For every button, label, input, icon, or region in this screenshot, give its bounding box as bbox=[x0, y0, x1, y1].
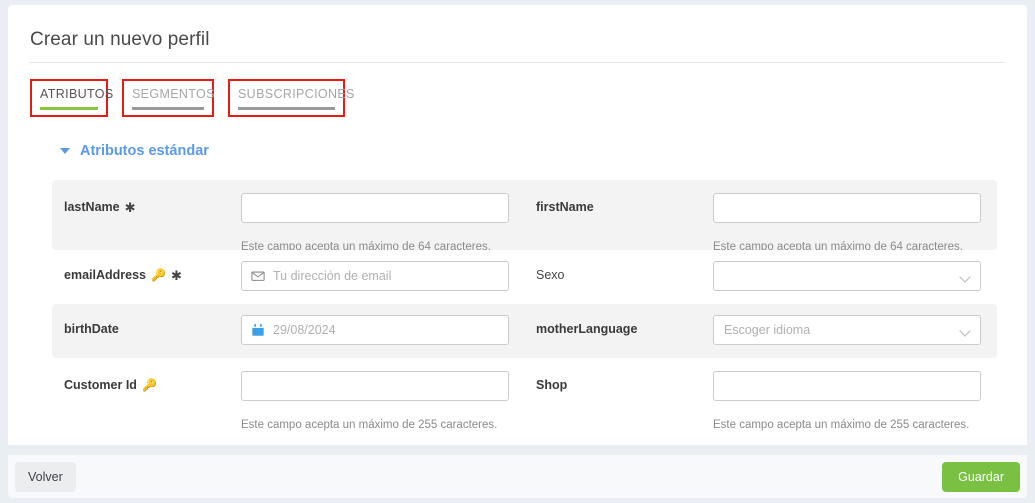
field-sexo-label-text: Sexo bbox=[536, 268, 565, 282]
field-customerId-label: Customer Id 🔑 bbox=[52, 363, 241, 407]
attributes-form: lastName ✱ Este campo acepta un máximo d… bbox=[52, 180, 997, 431]
sexo-select[interactable] bbox=[713, 261, 981, 291]
footer-bar: Volver Guardar bbox=[8, 455, 1027, 498]
field-firstName-label: firstName bbox=[524, 185, 713, 229]
field-firstName-control: Este campo acepta un máximo de 64 caract… bbox=[713, 193, 981, 253]
motherLanguage-select-value: Escoger idioma bbox=[724, 323, 811, 337]
field-customerId-label-text: Customer Id bbox=[64, 378, 137, 392]
field-emailAddress-control bbox=[241, 261, 509, 291]
field-sexo-control bbox=[713, 261, 981, 291]
tab-subscripciones-underline bbox=[238, 107, 335, 110]
field-shop-control: Este campo acepta un máximo de 255 carac… bbox=[713, 371, 981, 431]
firstName-input[interactable] bbox=[713, 193, 981, 223]
field-emailAddress-label-text: emailAddress bbox=[64, 268, 146, 282]
section-toggle-atributos-estandar[interactable]: Atributos estándar bbox=[60, 143, 209, 159]
key-icon: 🔑 bbox=[141, 378, 157, 392]
form-row: Customer Id 🔑 Este campo acepta un máxim… bbox=[52, 358, 997, 431]
tab-segmentos-label: SEGMENTOS bbox=[132, 87, 215, 101]
field-firstName-label-text: firstName bbox=[536, 200, 594, 214]
field-customerId-hint: Este campo acepta un máximo de 255 carac… bbox=[241, 419, 498, 431]
field-customerId-control: Este campo acepta un máximo de 255 carac… bbox=[241, 371, 509, 431]
tab-segmentos[interactable]: SEGMENTOS bbox=[122, 79, 214, 117]
title-divider bbox=[30, 62, 1005, 63]
field-lastName-label: lastName ✱ bbox=[52, 185, 241, 229]
field-customerId: Customer Id 🔑 Este campo acepta un máxim… bbox=[52, 358, 524, 431]
tab-atributos[interactable]: ATRIBUTOS bbox=[30, 79, 114, 117]
tab-atributos-underline bbox=[40, 107, 98, 110]
tab-subscripciones[interactable]: SUBSCRIPCIONES bbox=[228, 79, 355, 117]
form-row: birthDate 29/08/2024 motherLanguage Esco… bbox=[52, 304, 997, 358]
required-star-icon: ✱ bbox=[170, 267, 182, 283]
chevron-down-icon bbox=[959, 325, 971, 337]
motherLanguage-select[interactable]: Escoger idioma bbox=[713, 315, 981, 345]
caret-down-icon bbox=[60, 148, 70, 154]
birthDate-input[interactable] bbox=[241, 315, 509, 345]
required-star-icon: ✱ bbox=[124, 199, 136, 215]
field-birthDate-label: birthDate bbox=[52, 307, 241, 351]
field-birthDate-label-text: birthDate bbox=[64, 322, 119, 336]
tab-atributos-label: ATRIBUTOS bbox=[40, 87, 114, 101]
chevron-down-icon bbox=[959, 271, 971, 283]
field-shop-label: Shop bbox=[524, 363, 713, 407]
field-firstName: firstName Este campo acepta un máximo de… bbox=[524, 180, 996, 253]
field-birthDate: birthDate bbox=[52, 304, 524, 358]
back-button[interactable]: Volver bbox=[15, 462, 76, 492]
page-title: Crear un nuevo perfil bbox=[30, 29, 210, 50]
field-lastName-control: Este campo acepta un máximo de 64 caract… bbox=[241, 193, 509, 253]
save-button[interactable]: Guardar bbox=[942, 462, 1020, 492]
shop-input[interactable] bbox=[713, 371, 981, 401]
field-motherLanguage-label-text: motherLanguage bbox=[536, 322, 638, 336]
field-lastName: lastName ✱ Este campo acepta un máximo d… bbox=[52, 180, 524, 253]
section-title: Atributos estándar bbox=[80, 143, 209, 159]
page-root: Crear un nuevo perfil ATRIBUTOS SEGMENTO… bbox=[0, 0, 1035, 503]
field-motherLanguage-control: Escoger idioma bbox=[713, 315, 981, 345]
form-row: emailAddress 🔑 ✱ Tu dirección de email S… bbox=[52, 250, 997, 304]
field-birthDate-control bbox=[241, 315, 509, 345]
field-sexo: Sexo bbox=[524, 250, 996, 304]
field-motherLanguage-label: motherLanguage bbox=[524, 307, 713, 351]
lastName-input[interactable] bbox=[241, 193, 509, 223]
field-motherLanguage: motherLanguage Escoger idioma bbox=[524, 304, 996, 358]
field-emailAddress-label: emailAddress 🔑 ✱ bbox=[52, 253, 241, 297]
field-shop-label-text: Shop bbox=[536, 378, 568, 392]
key-icon: 🔑 bbox=[150, 268, 166, 282]
field-lastName-label-text: lastName bbox=[64, 200, 120, 214]
customerId-input[interactable] bbox=[241, 371, 509, 401]
tab-subscripciones-label: SUBSCRIPCIONES bbox=[238, 87, 355, 101]
field-emailAddress: emailAddress 🔑 ✱ bbox=[52, 250, 524, 304]
emailAddress-input[interactable] bbox=[241, 261, 509, 291]
form-row: lastName ✱ Este campo acepta un máximo d… bbox=[52, 180, 997, 253]
field-sexo-label: Sexo bbox=[524, 253, 713, 297]
profile-card: Crear un nuevo perfil ATRIBUTOS SEGMENTO… bbox=[8, 5, 1027, 445]
field-shop: Shop Este campo acepta un máximo de 255 … bbox=[524, 358, 996, 431]
tab-segmentos-underline bbox=[132, 107, 204, 110]
field-shop-hint: Este campo acepta un máximo de 255 carac… bbox=[713, 419, 970, 431]
